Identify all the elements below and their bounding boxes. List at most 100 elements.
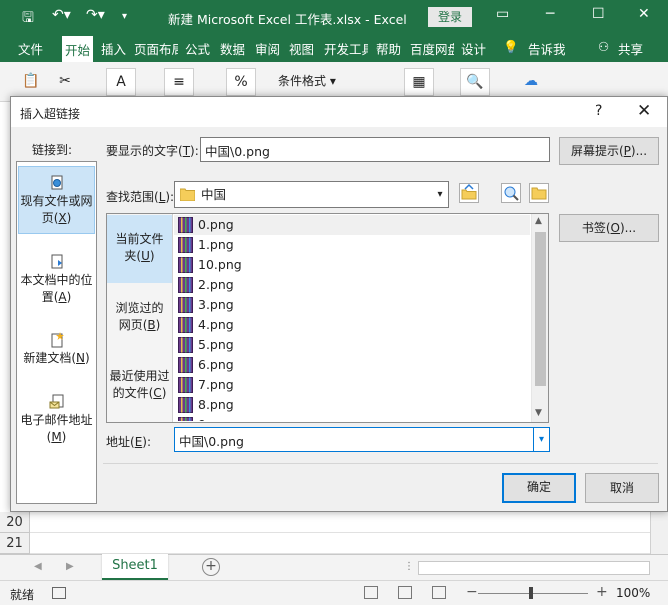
find-icon[interactable]: 🔍 [460,68,490,96]
link-email-address[interactable]: 电子邮件地址 (M) [18,388,95,448]
alignment-icon[interactable]: ≡ [164,68,194,96]
image-file-icon [178,417,193,421]
vertical-scrollbar[interactable] [650,512,668,554]
prev-sheet-icon[interactable]: ◀ [34,561,42,572]
tab-developer[interactable]: 开发工具 [324,39,368,58]
tab-design[interactable]: 设计 [461,39,486,58]
tab-page-layout[interactable]: 页面布局 [134,39,178,58]
link-item-key: A [58,290,67,304]
tab-review[interactable]: 审阅 [255,39,280,58]
file-item[interactable]: 2.png [174,275,530,295]
nav-current-folder[interactable]: 当前文件 夹(U) [107,215,172,283]
normal-view-icon[interactable] [364,586,378,599]
look-in-combo[interactable]: 中国 ▾ [174,181,449,208]
conditional-format-label: 条件格式 [278,74,327,88]
chevron-down-icon[interactable]: ▾ [432,182,448,207]
display-text-label: 要显示的文字(T): [106,144,199,158]
row-header[interactable]: 20 [0,512,30,533]
undo-icon[interactable]: ↶▾ [52,7,71,23]
chevron-down-icon[interactable]: ▾ [533,428,549,451]
row-header[interactable]: 21 [0,533,30,554]
scroll-down-icon[interactable]: ▼ [535,408,542,418]
image-file-icon [178,237,193,253]
cancel-button[interactable]: 取消 [585,473,659,503]
login-button[interactable]: 登录 [428,7,472,27]
tab-insert[interactable]: 插入 [101,39,126,58]
file-item[interactable]: 4.png [174,315,530,335]
link-item-label: 本文档中的位 [20,273,93,287]
file-item[interactable]: 10.png [174,255,530,275]
ribbon-display-icon[interactable]: ▭ [496,6,509,22]
tab-formulas[interactable]: 公式 [185,39,210,58]
horizontal-scrollbar[interactable] [418,561,650,575]
display-text-input[interactable]: 中国\0.png [200,137,550,162]
link-existing-file-or-web[interactable]: 现有文件或网 页(X) [18,166,95,234]
bookmark-button[interactable]: 书签(O)... [559,214,659,242]
worksheet-grid[interactable]: 20 21 [0,512,668,554]
file-item[interactable]: 9.png [174,415,530,421]
tab-file[interactable]: 文件 [18,39,43,58]
browse-file-icon[interactable] [529,183,549,203]
link-place-in-document[interactable]: 本文档中的位 置(A) [18,248,95,308]
nav-browsed-pages[interactable]: 浏览过的 网页(B) [107,294,172,344]
file-item[interactable]: 8.png [174,395,530,415]
page-break-view-icon[interactable] [432,586,446,599]
tab-data[interactable]: 数据 [220,39,245,58]
screentip-button[interactable]: 屏幕提示(P)... [559,137,659,165]
zoom-out-icon[interactable]: − [466,584,478,600]
font-icon[interactable]: A [106,68,136,96]
share-button[interactable]: 共享 [618,39,643,58]
conditional-format-button[interactable]: 条件格式 ▾ [278,72,336,89]
file-item[interactable]: 5.png [174,335,530,355]
minimize-icon[interactable]: ─ [546,6,554,22]
file-list-scrollbar[interactable]: ▲ ▼ [531,214,548,422]
cut-icon[interactable]: ✂ [50,68,80,96]
nav-recent-files[interactable]: 最近使用过 的文件(C) [107,362,172,412]
save-icon[interactable]: 🖫 [22,7,34,31]
help-button[interactable]: ? [595,103,602,119]
page-layout-view-icon[interactable] [398,586,412,599]
sheet-tab-sheet1[interactable]: Sheet1 [102,554,168,580]
link-create-new-document[interactable]: 新建文档(N) [18,326,95,372]
link-item-key: N [76,351,85,365]
zoom-in-icon[interactable]: + [596,584,608,600]
zoom-slider-thumb[interactable] [529,587,533,599]
cells-icon[interactable]: ▦ [404,68,434,96]
tab-home[interactable]: 开始 [62,36,94,62]
file-item[interactable]: 0.png [174,215,530,235]
customize-qat-icon[interactable]: ▾ [122,11,127,22]
next-sheet-icon[interactable]: ▶ [66,561,74,572]
grid-row[interactable] [30,512,650,533]
redo-icon[interactable]: ↷▾ [86,7,105,23]
link-to-panel: 现有文件或网 页(X) 本文档中的位 置(A) 新建文档(N) 电子邮件地址 (… [16,161,97,504]
add-sheet-icon[interactable]: + [202,558,220,576]
close-window-icon[interactable]: ✕ [638,6,650,22]
file-item[interactable]: 6.png [174,355,530,375]
file-item[interactable]: 7.png [174,375,530,395]
paste-icon[interactable]: 📋 [16,68,46,96]
tab-view[interactable]: 视图 [289,39,314,58]
ok-button[interactable]: 确定 [502,473,576,503]
scroll-up-icon[interactable]: ▲ [535,216,542,226]
file-item[interactable]: 3.png [174,295,530,315]
maximize-icon[interactable]: ☐ [592,6,605,22]
file-name: 0.png [198,217,234,232]
macro-record-icon[interactable] [52,587,66,599]
tab-baidu-netdisk[interactable]: 百度网盘 [410,39,454,58]
baidu-netdisk-icon[interactable]: ☁ [516,68,546,96]
up-folder-icon[interactable] [459,183,479,203]
grid-row[interactable] [30,533,650,554]
scroll-thumb[interactable] [535,232,546,386]
browse-web-icon[interactable] [501,183,521,203]
address-input[interactable]: 中国\0.png ▾ [174,427,550,452]
zoom-slider[interactable] [478,593,588,594]
folder-icon [180,188,195,201]
image-file-icon [178,317,193,333]
file-item[interactable]: 1.png [174,235,530,255]
file-name: 7.png [198,377,234,392]
tell-me-search[interactable]: 告诉我 [528,39,566,58]
number-format-icon[interactable]: % [226,68,256,96]
close-icon[interactable]: ✕ [637,101,651,121]
tab-help[interactable]: 帮助 [376,39,401,58]
zoom-level[interactable]: 100% [616,586,650,600]
